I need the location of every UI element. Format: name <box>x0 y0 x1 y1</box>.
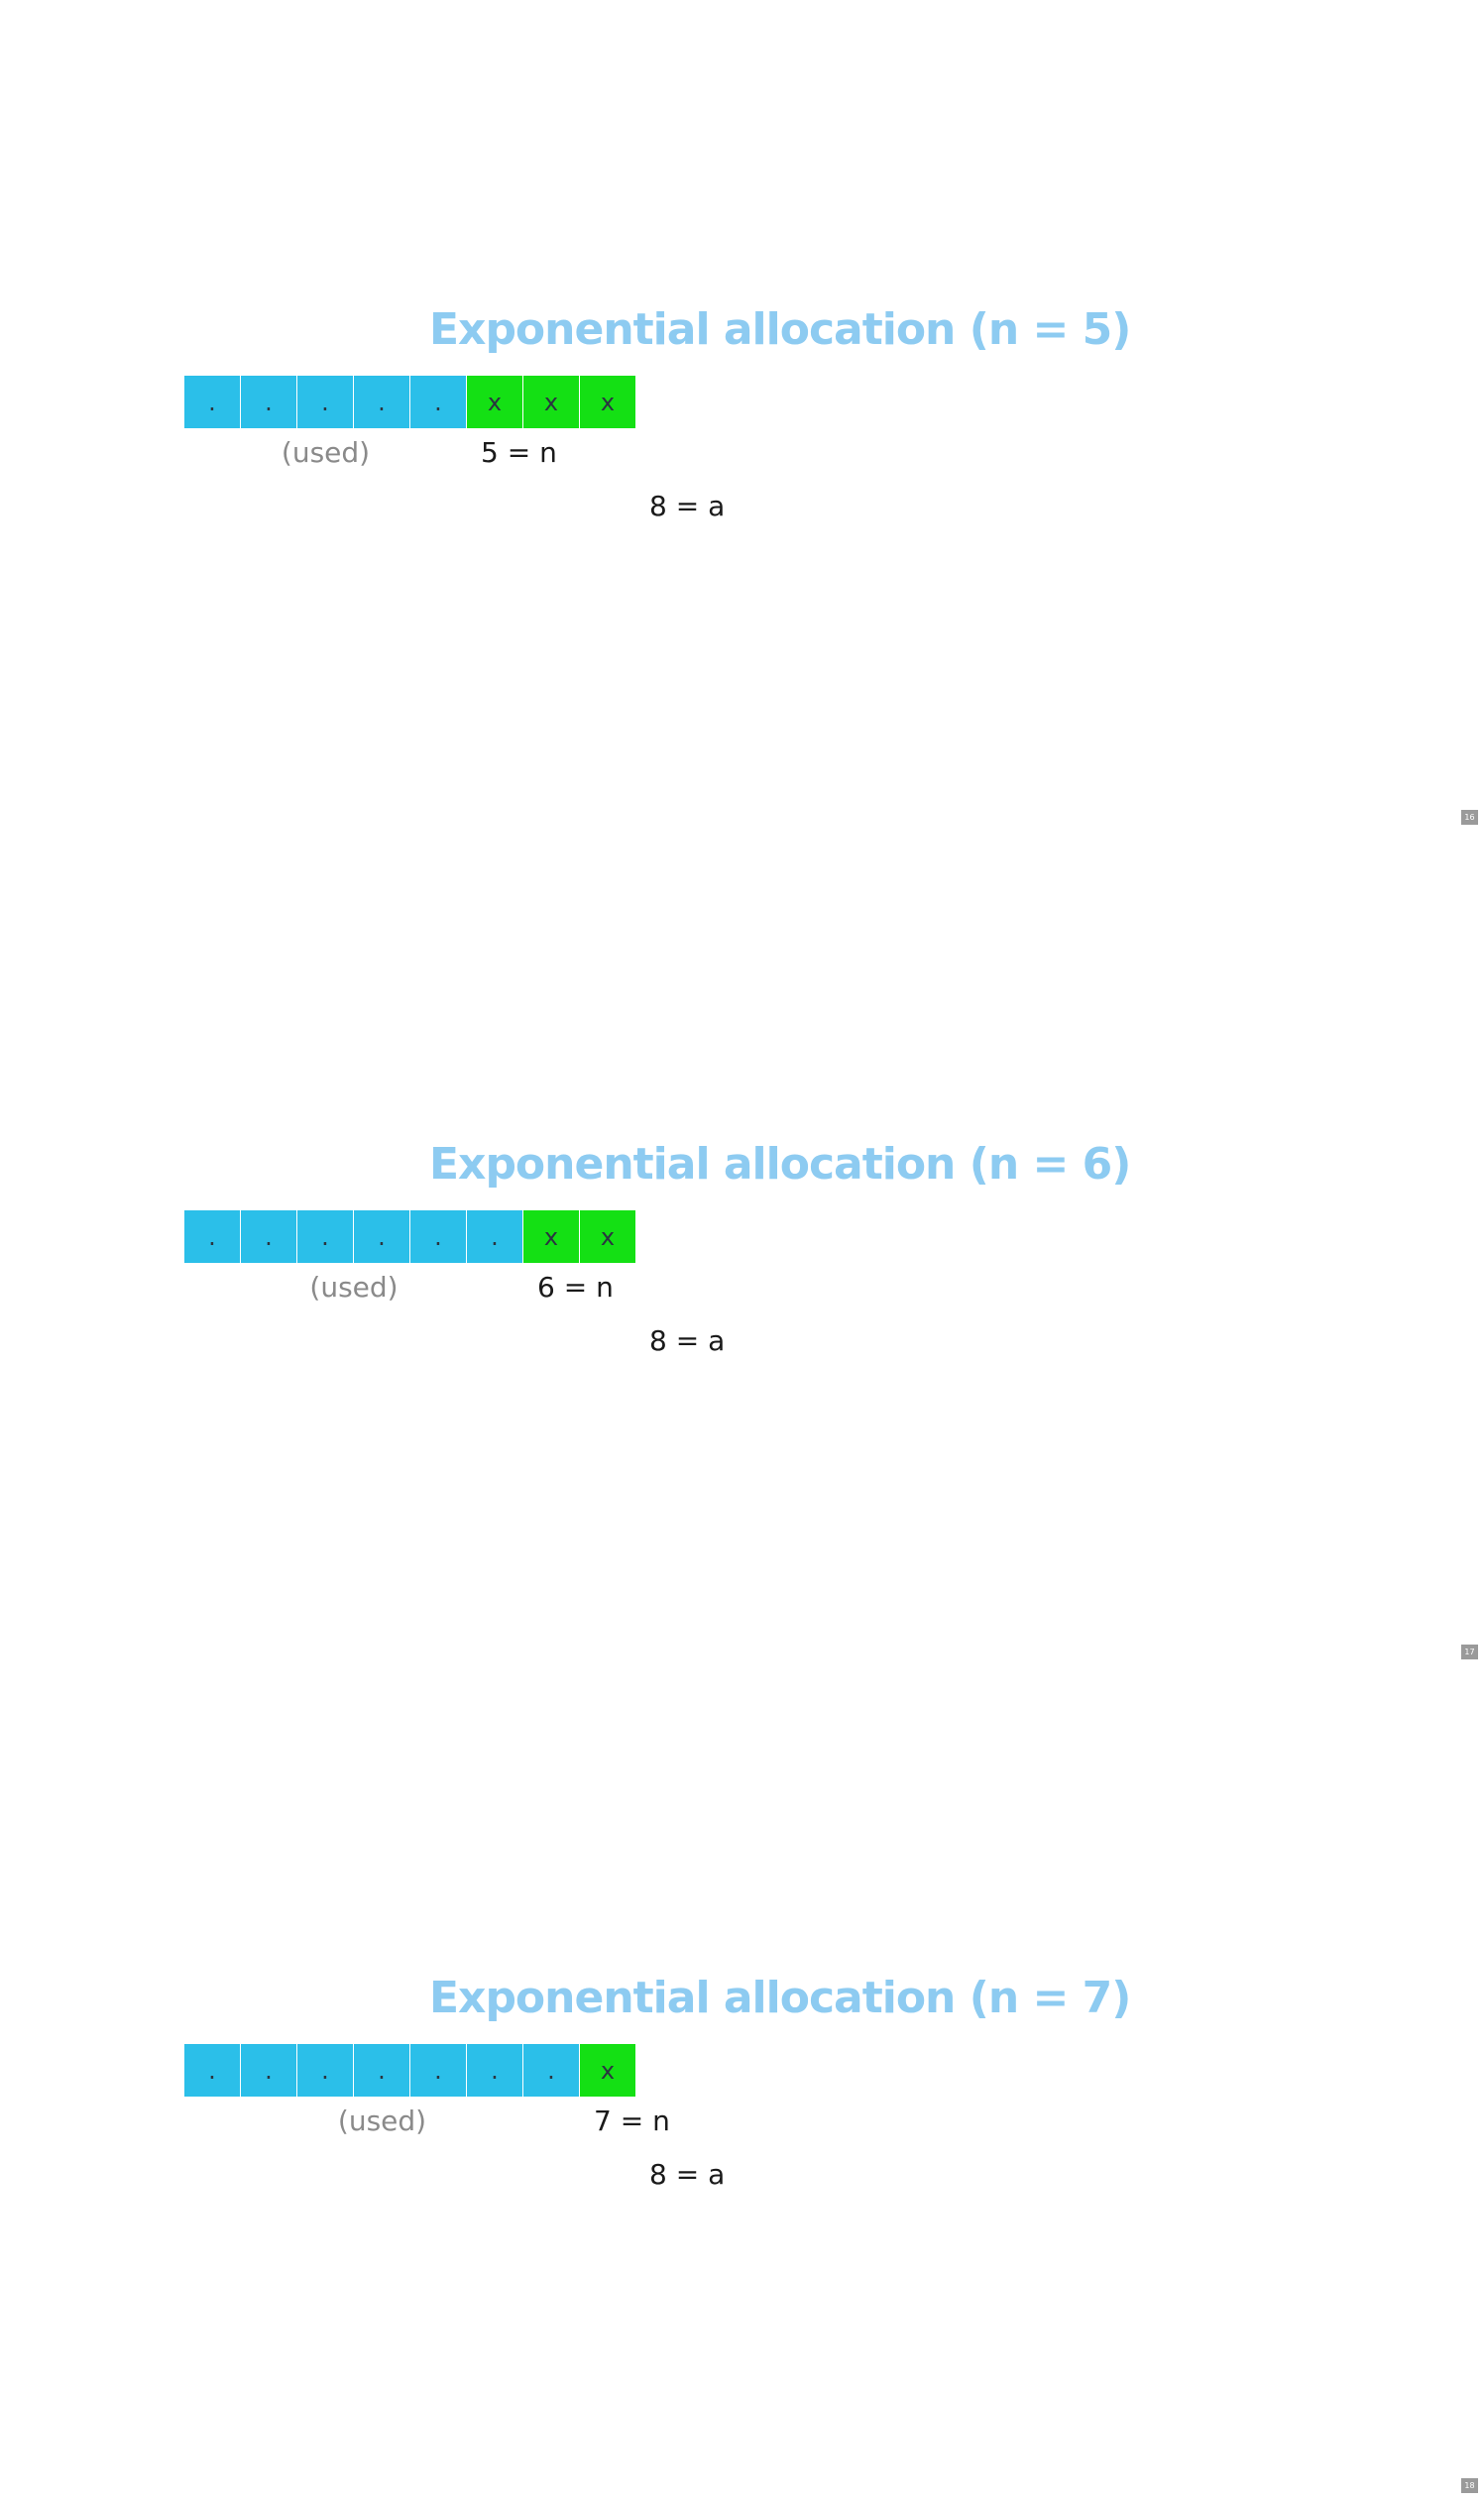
array-cell: . <box>354 376 409 428</box>
n-label: 6 = n <box>537 1271 614 1304</box>
page-number: 16 <box>1461 810 1478 825</box>
array-cell: . <box>184 2044 240 2097</box>
array-cells: . . . . . . . x <box>184 2044 635 2097</box>
array-cell: . <box>297 1210 353 1263</box>
n-label: 5 = n <box>481 436 557 469</box>
array-cell: . <box>184 1210 240 1263</box>
used-label: (used) <box>309 1271 399 1304</box>
a-label: 8 = a <box>649 490 726 522</box>
used-label: (used) <box>281 436 371 469</box>
page-number: 17 <box>1461 1645 1478 1659</box>
array-cell: . <box>241 1210 296 1263</box>
array-cell: . <box>467 2044 522 2097</box>
array-cell: x <box>523 1210 579 1263</box>
array-cell: . <box>523 2044 579 2097</box>
array-cell: . <box>467 1210 522 1263</box>
array-cell: . <box>297 376 353 428</box>
array-cell: x <box>580 1210 635 1263</box>
slide-n6: Exponential allocation (n = 6) . . . . .… <box>0 835 1484 1669</box>
array-cell: . <box>241 376 296 428</box>
array-cell: x <box>467 376 522 428</box>
slide-title: Exponential allocation (n = 5) <box>429 304 1131 355</box>
slide-title: Exponential allocation (n = 6) <box>429 1139 1131 1190</box>
array-cell: . <box>354 1210 409 1263</box>
array-cell: . <box>410 1210 466 1263</box>
array-cell: x <box>580 376 635 428</box>
array-cell: . <box>354 2044 409 2097</box>
page-number: 18 <box>1461 2478 1478 2493</box>
array-cells: . . . . . x x x <box>184 376 635 428</box>
slide-title: Exponential allocation (n = 7) <box>429 1973 1131 2023</box>
array-cell: . <box>410 2044 466 2097</box>
array-cell: . <box>297 2044 353 2097</box>
a-label: 8 = a <box>649 2158 726 2191</box>
array-cells: . . . . . . x x <box>184 1210 635 1263</box>
array-cell: . <box>184 376 240 428</box>
array-cell: x <box>580 2044 635 2097</box>
n-label: 7 = n <box>594 2105 670 2137</box>
slide-n5: Exponential allocation (n = 5) . . . . .… <box>0 0 1484 835</box>
slide-n7: Exponential allocation (n = 7) . . . . .… <box>0 1668 1484 2503</box>
a-label: 8 = a <box>649 1324 726 1357</box>
array-cell: . <box>410 376 466 428</box>
array-cell: . <box>241 2044 296 2097</box>
array-cell: x <box>523 376 579 428</box>
used-label: (used) <box>337 2105 427 2137</box>
